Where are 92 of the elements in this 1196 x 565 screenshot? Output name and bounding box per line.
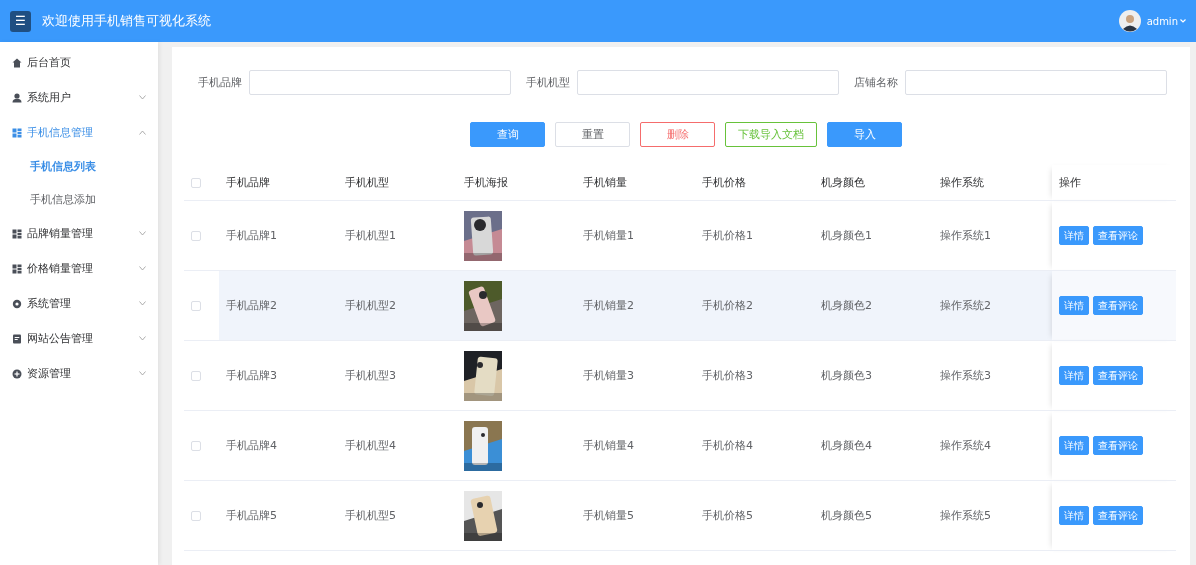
sidebar-item[interactable]: 系统管理 xyxy=(0,286,158,321)
table-cell: 机身颜色4 xyxy=(814,410,933,481)
view-comments-button[interactable]: 查看评论 xyxy=(1093,506,1143,525)
table-row[interactable]: 手机品牌1 手机机型1 手机销量1 手机价格1 机身颜色1 操作系统1 详情 查看评论 xyxy=(184,200,1176,271)
field-label: 手机机型 xyxy=(526,75,570,90)
column-header: 机身颜色 xyxy=(814,165,933,201)
row-checkbox[interactable] xyxy=(191,300,201,311)
sidebar-item[interactable]: 网站公告管理 xyxy=(0,321,158,356)
table-cell: 机身颜色3 xyxy=(814,340,933,411)
row-checkbox[interactable] xyxy=(191,440,201,451)
reset-button[interactable]: 重置 xyxy=(555,122,630,147)
table-cell: 手机销量4 xyxy=(576,410,695,481)
plus-circle-icon xyxy=(12,368,22,379)
table-cell: 手机销量1 xyxy=(576,200,695,271)
view-comments-button[interactable]: 查看评论 xyxy=(1093,226,1143,245)
row-checkbox[interactable] xyxy=(191,370,201,381)
table-cell: 手机销量5 xyxy=(576,480,695,551)
column-header: 手机机型 xyxy=(338,165,457,201)
input-field[interactable] xyxy=(249,70,511,95)
sidebar-item[interactable]: 价格销量管理 xyxy=(0,251,158,286)
view-comments-button[interactable]: 查看评论 xyxy=(1093,436,1143,455)
menu-toggle-button[interactable]: ☰ xyxy=(10,10,31,32)
sidebar-subitem[interactable]: 手机信息列表 xyxy=(0,150,158,183)
gear-icon xyxy=(12,298,22,309)
column-header: 手机海报 xyxy=(457,165,576,201)
table-cell: 手机价格5 xyxy=(695,480,814,551)
table-row[interactable]: 手机品牌3 手机机型3 手机销量3 手机价格3 机身颜色3 操作系统3 详情 查看评论 xyxy=(184,340,1176,411)
table-cell: 机身颜色2 xyxy=(814,270,933,341)
grid-icon xyxy=(12,228,22,239)
caret-icon xyxy=(1180,19,1186,23)
table-cell: 手机机型5 xyxy=(338,480,457,551)
table-row[interactable]: 手机品牌2 手机机型2 手机销量2 手机价格2 机身颜色2 操作系统2 详情 查看评论 xyxy=(184,270,1176,341)
row-checkbox[interactable] xyxy=(191,230,201,241)
table-cell: 手机品牌4 xyxy=(219,410,338,481)
details-button[interactable]: 详情 xyxy=(1059,506,1089,525)
avatar-icon[interactable] xyxy=(1118,10,1141,32)
table-cell: 手机品牌3 xyxy=(219,340,338,411)
table-row[interactable]: 手机品牌4 手机机型4 手机销量4 手机价格4 机身颜色4 操作系统4 详情 查看评论 xyxy=(184,410,1176,481)
table-cell: 操作系统3 xyxy=(933,340,1052,411)
sidebar-item[interactable]: 后台首页 xyxy=(0,45,158,80)
input-field[interactable] xyxy=(577,70,839,95)
column-header: 手机销量 xyxy=(576,165,695,201)
table-cell: 手机品牌5 xyxy=(219,480,338,551)
field-label: 店铺名称 xyxy=(854,75,898,90)
table-cell: 手机品牌1 xyxy=(219,200,338,271)
column-header: 操作系统 xyxy=(933,165,1052,201)
details-button[interactable]: 详情 xyxy=(1059,436,1089,455)
table-cell: 手机价格1 xyxy=(695,200,814,271)
column-header: 操作 xyxy=(1052,165,1176,201)
sidebar-subitem[interactable]: 手机信息添加 xyxy=(0,183,158,216)
field-label: 手机品牌 xyxy=(198,75,242,90)
user-menu[interactable]: admin xyxy=(1146,15,1186,27)
details-button[interactable]: 详情 xyxy=(1059,366,1089,385)
table-cell: 手机机型2 xyxy=(338,270,457,341)
download-button[interactable]: 下载导入文档 xyxy=(725,122,817,147)
details-button[interactable]: 详情 xyxy=(1059,296,1089,315)
table-cell: 手机价格3 xyxy=(695,340,814,411)
view-comments-button[interactable]: 查看评论 xyxy=(1093,296,1143,315)
column-header: 手机品牌 xyxy=(219,165,338,201)
sidebar-item[interactable]: 品牌销量管理 xyxy=(0,216,158,251)
input-field[interactable] xyxy=(905,70,1167,95)
table-cell: 手机品牌2 xyxy=(219,270,338,341)
sidebar-item[interactable]: 系统用户 xyxy=(0,80,158,115)
table-cell: 手机价格2 xyxy=(695,270,814,341)
table-cell: 手机机型4 xyxy=(338,410,457,481)
row-checkbox[interactable] xyxy=(191,510,201,521)
table-cell: 手机销量2 xyxy=(576,270,695,341)
grid-icon xyxy=(12,127,22,138)
table-cell: 操作系统4 xyxy=(933,410,1052,481)
table-cell: 手机机型1 xyxy=(338,200,457,271)
select-all-checkbox[interactable] xyxy=(191,177,201,188)
table-cell: 操作系统5 xyxy=(933,480,1052,551)
view-comments-button[interactable]: 查看评论 xyxy=(1093,366,1143,385)
action-button[interactable]: 导入 xyxy=(827,122,902,147)
home-icon xyxy=(12,57,22,68)
user-icon xyxy=(12,92,22,103)
table-row[interactable]: 手机品牌5 手机机型5 手机销量5 手机价格5 机身颜色5 操作系统5 详情 查看评论 xyxy=(184,480,1176,551)
column-header: 手机价格 xyxy=(695,165,814,201)
delete-button[interactable]: 删除 xyxy=(640,122,715,147)
table-cell: 机身颜色5 xyxy=(814,480,933,551)
table-cell: 操作系统1 xyxy=(933,200,1052,271)
table-cell: 手机价格4 xyxy=(695,410,814,481)
document-icon xyxy=(12,333,22,344)
table-cell: 机身颜色1 xyxy=(814,200,933,271)
sidebar-item[interactable]: 手机信息管理 xyxy=(0,115,158,150)
table-cell: 手机机型3 xyxy=(338,340,457,411)
app-title: 欢迎使用手机销售可视化系统 xyxy=(42,12,212,30)
details-button[interactable]: 详情 xyxy=(1059,226,1089,245)
action-button[interactable]: 查询 xyxy=(470,122,545,147)
table-cell: 手机销量3 xyxy=(576,340,695,411)
grid-icon xyxy=(12,263,22,274)
sidebar-item[interactable]: 资源管理 xyxy=(0,356,158,391)
